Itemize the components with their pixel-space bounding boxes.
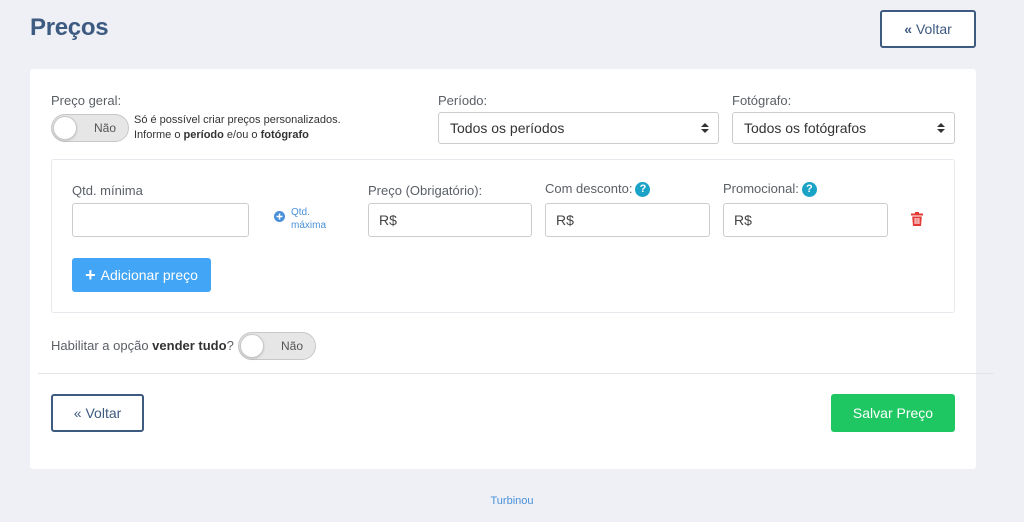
promo-label-wrap: Promocional:? (723, 181, 817, 198)
add-price-button[interactable]: + Adicionar preço (72, 258, 211, 292)
help-icon[interactable]: ? (801, 182, 817, 198)
period-selected: Todos os períodos (450, 120, 565, 136)
bottom-back-button[interactable]: « Voltar (51, 394, 144, 432)
toggle-knob (53, 116, 77, 140)
price-rows-box: Qtd. mínima Qtd. máxima Preço (Obrigatór… (51, 159, 955, 313)
helper-bold-photographer: fotógrafo (260, 129, 309, 141)
toggle-knob (240, 334, 264, 358)
helper-mid: e/ou o (223, 129, 261, 141)
photographer-select[interactable]: Todos os fotógrafos (732, 112, 955, 144)
min-qty-input[interactable] (72, 203, 249, 237)
top-back-button[interactable]: « Voltar (880, 10, 976, 48)
max-qty-line1: Qtd. (291, 207, 310, 218)
period-select[interactable]: Todos os períodos (438, 112, 719, 144)
select-arrows-icon (937, 123, 945, 133)
toggle-text: Não (280, 339, 303, 353)
sell-all-bold: vender tudo (152, 338, 227, 353)
helper-bold-period: período (183, 129, 224, 141)
promo-input[interactable]: R$ (723, 203, 888, 237)
photographer-selected: Todos os fotógrafos (744, 120, 867, 136)
footer-text[interactable]: Turbinou (0, 495, 1024, 507)
promo-label: Promocional: (723, 181, 799, 196)
general-price-helper: Só é possível criar preços personalizado… (134, 113, 354, 143)
add-price-label: Adicionar preço (100, 267, 198, 283)
price-input[interactable]: R$ (368, 203, 532, 237)
save-price-button[interactable]: Salvar Preço (831, 394, 955, 432)
help-icon[interactable]: ? (635, 182, 651, 198)
helper-line1: Só é possível criar preços personalizado… (134, 114, 341, 126)
helper-prefix: Informe o (134, 129, 184, 141)
discount-input[interactable]: R$ (545, 203, 710, 237)
bottom-back-label: Voltar (85, 405, 122, 421)
toggle-text: Não (93, 121, 116, 135)
sell-all-suffix: ? (226, 338, 234, 353)
discount-label-wrap: Com desconto:? (545, 181, 651, 198)
period-label: Período: (438, 93, 488, 108)
discount-label: Com desconto: (545, 181, 633, 196)
select-arrows-icon (701, 123, 709, 133)
sell-all-toggle[interactable]: Não (238, 332, 316, 360)
general-price-label: Preço geral: (51, 93, 122, 108)
photographer-label: Fotógrafo: (732, 93, 792, 108)
general-price-toggle[interactable]: Não (51, 114, 129, 142)
divider (38, 373, 994, 374)
sell-all-prefix: Habilitar a opção (51, 338, 153, 353)
plus-icon: + (85, 265, 96, 285)
page-title: Preços (30, 14, 109, 41)
price-label: Preço (Obrigatório): (368, 183, 483, 198)
plus-circle-icon (274, 211, 285, 222)
add-max-qty-link[interactable]: Qtd. máxima (274, 206, 326, 232)
sell-all-label: Habilitar a opção vender tudo? (51, 338, 234, 353)
min-qty-label: Qtd. mínima (72, 183, 143, 198)
double-chevron-left-icon: « (904, 21, 912, 37)
trash-icon[interactable] (911, 212, 923, 226)
max-qty-line2: máxima (291, 220, 327, 231)
double-chevron-left-icon: « (73, 405, 82, 421)
helper-line2: Informe o período e/ou o fotógrafo (134, 128, 354, 143)
top-back-label: Voltar (915, 21, 952, 37)
